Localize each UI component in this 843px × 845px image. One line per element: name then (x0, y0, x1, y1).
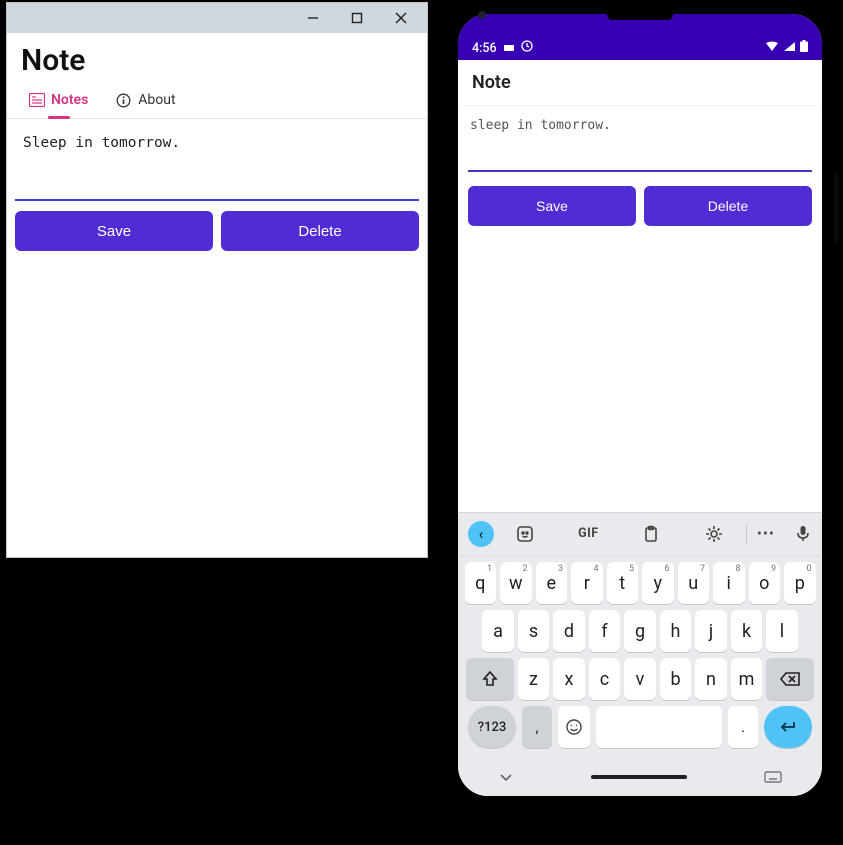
home-pill[interactable] (591, 775, 687, 779)
minimize-button[interactable] (291, 5, 335, 31)
key-c[interactable]: c (589, 658, 621, 700)
status-time: 4:56 (472, 41, 497, 56)
close-button[interactable] (379, 5, 423, 31)
key-f[interactable]: f (589, 610, 621, 652)
key-u[interactable]: u7 (678, 562, 710, 604)
key-b[interactable]: b (660, 658, 692, 700)
tab-notes[interactable]: Notes (29, 92, 88, 118)
maximize-button[interactable] (335, 5, 379, 31)
key-s[interactable]: s (518, 610, 550, 652)
delete-button[interactable]: Delete (221, 211, 419, 251)
gear-icon[interactable] (683, 525, 746, 543)
key-x[interactable]: x (553, 658, 585, 700)
power-button (834, 172, 839, 242)
tab-bar: Notes About (7, 82, 427, 119)
note-input[interactable] (15, 125, 419, 201)
notes-icon (29, 93, 45, 107)
page-title: Note (7, 33, 427, 82)
key-p[interactable]: p0 (784, 562, 816, 604)
soft-keyboard: ‹ GIF ⋯ q1w2e3r4t5y6u7i8o9p0 (458, 512, 822, 796)
signal-icon (783, 41, 796, 56)
key-v[interactable]: v (624, 658, 656, 700)
key-y[interactable]: y6 (642, 562, 674, 604)
window-titlebar (7, 3, 427, 33)
emoji-key[interactable] (558, 706, 590, 748)
front-camera (478, 11, 486, 19)
tab-label: Notes (51, 92, 88, 108)
backspace-key[interactable] (766, 658, 814, 700)
key-h[interactable]: h (660, 610, 692, 652)
gif-button[interactable]: GIF (557, 526, 620, 541)
tab-about[interactable]: About (116, 92, 175, 118)
symbols-key[interactable]: ?123 (468, 706, 516, 748)
tab-label: About (138, 92, 175, 108)
phone-screen: 4:56 Note (458, 14, 822, 796)
keyboard-switch-icon[interactable] (764, 768, 782, 787)
keyboard-keys: q1w2e3r4t5y6u7i8o9p0 asdfghjkl zxcvbnm ?… (458, 556, 822, 752)
key-i[interactable]: i8 (713, 562, 745, 604)
speaker-slot (607, 10, 673, 20)
keyboard-hide-icon[interactable] (498, 768, 514, 787)
keyboard-back-button[interactable]: ‹ (468, 521, 494, 547)
key-k[interactable]: k (731, 610, 763, 652)
key-g[interactable]: g (624, 610, 656, 652)
key-m[interactable]: m (731, 658, 763, 700)
wifi-icon (765, 41, 779, 56)
enter-key[interactable] (764, 706, 812, 748)
key-j[interactable]: j (695, 610, 727, 652)
more-icon[interactable]: ⋯ (747, 523, 785, 544)
key-l[interactable]: l (766, 610, 798, 652)
button-row: Save Delete (458, 176, 822, 236)
status-bar: 4:56 (458, 14, 822, 60)
key-d[interactable]: d (553, 610, 585, 652)
period-key[interactable]: . (728, 706, 758, 748)
key-w[interactable]: w2 (500, 562, 532, 604)
mic-icon[interactable] (784, 525, 822, 543)
calendar-icon (503, 40, 515, 56)
key-e[interactable]: e3 (536, 562, 568, 604)
key-z[interactable]: z (518, 658, 550, 700)
save-button[interactable]: Save (468, 186, 636, 226)
desktop-content: Save Delete (7, 119, 427, 261)
save-button[interactable]: Save (15, 211, 213, 251)
phone-frame: 4:56 Note (446, 2, 834, 808)
key-a[interactable]: a (482, 610, 514, 652)
space-key[interactable] (596, 706, 722, 748)
key-o[interactable]: o9 (749, 562, 781, 604)
delete-button[interactable]: Delete (644, 186, 812, 226)
comma-key[interactable]: , (522, 706, 552, 748)
info-icon (116, 93, 132, 107)
keyboard-toolbar: ‹ GIF ⋯ (458, 512, 822, 556)
shift-key[interactable] (466, 658, 514, 700)
button-row: Save Delete (7, 201, 427, 261)
key-r[interactable]: r4 (571, 562, 603, 604)
desktop-window: Note Notes About (6, 2, 428, 558)
key-t[interactable]: t5 (607, 562, 639, 604)
mobile-content (458, 106, 822, 176)
clipboard-icon[interactable] (620, 525, 683, 543)
note-input[interactable] (468, 112, 812, 172)
key-q[interactable]: q1 (465, 562, 497, 604)
key-n[interactable]: n (695, 658, 727, 700)
page-title: Note (458, 60, 822, 106)
clock-icon (521, 40, 533, 56)
system-nav-bar (458, 758, 822, 796)
battery-icon (800, 40, 808, 56)
sticker-icon[interactable] (494, 525, 557, 543)
